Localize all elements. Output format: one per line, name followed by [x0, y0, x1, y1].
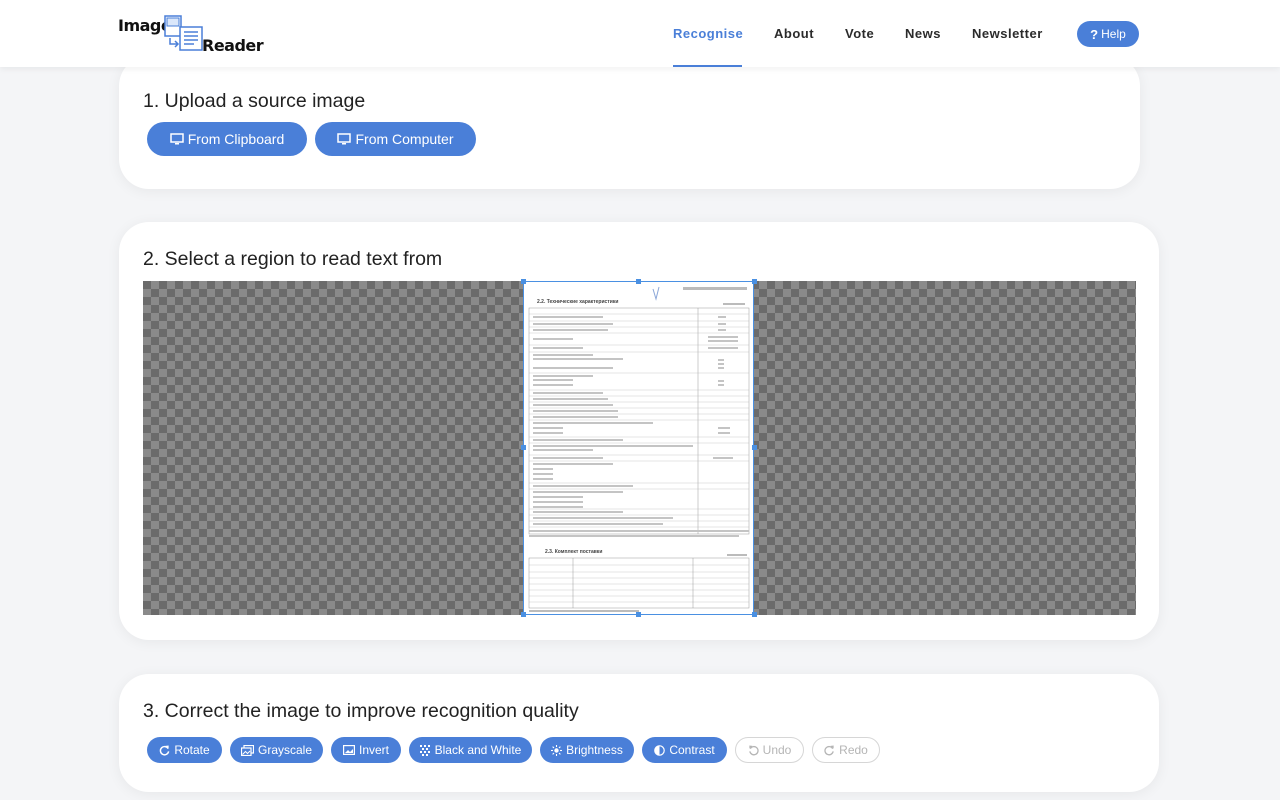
nav-newsletter[interactable]: Newsletter	[972, 26, 1043, 41]
brightness-button[interactable]: Brightness	[540, 737, 634, 763]
help-button[interactable]: ? Help	[1077, 21, 1139, 47]
image-icon	[342, 745, 355, 755]
nav-active-indicator	[673, 65, 742, 67]
from-clipboard-label: From Clipboard	[187, 131, 285, 147]
redo-icon	[824, 744, 835, 756]
rotate-icon	[159, 744, 170, 756]
invert-button[interactable]: Invert	[331, 737, 401, 763]
rotate-label: Rotate	[174, 743, 210, 757]
select-region-title: 2. Select a region to read text from	[143, 248, 443, 270]
nav-news[interactable]: News	[905, 26, 941, 41]
contrast-button[interactable]: Contrast	[642, 737, 727, 763]
resize-handle-top-right[interactable]	[752, 279, 757, 284]
contrast-label: Contrast	[669, 743, 715, 757]
upload-card: 1. Upload a source image From Clipboard …	[119, 56, 1140, 189]
top-navbar: Image Reader Recognise About Vote News N…	[0, 0, 1280, 67]
monitor-icon	[170, 133, 184, 145]
selection-rectangle[interactable]	[523, 281, 754, 615]
help-button-label: Help	[1101, 27, 1126, 41]
select-region-card: 2. Select a region to read text from 2.2…	[119, 222, 1159, 640]
resize-handle-right[interactable]	[752, 445, 757, 450]
redo-button[interactable]: Redo	[812, 737, 880, 763]
nav-vote[interactable]: Vote	[845, 26, 874, 41]
upload-title: 1. Upload a source image	[143, 90, 366, 112]
resize-handle-bottom[interactable]	[636, 612, 641, 617]
from-computer-button[interactable]: From Computer	[315, 122, 476, 156]
undo-label: Undo	[762, 743, 792, 757]
nav-recognise[interactable]: Recognise	[673, 26, 743, 41]
undo-icon	[748, 744, 759, 756]
resize-handle-bottom-right[interactable]	[752, 612, 757, 617]
resize-handle-top[interactable]	[636, 279, 641, 284]
image-canvas[interactable]: 2.2. Технические характеристики 2.3. Ком…	[143, 279, 1136, 617]
monitor-icon	[337, 133, 352, 145]
grayscale-label: Grayscale	[257, 743, 313, 757]
sun-icon	[551, 744, 563, 756]
logo[interactable]: Image Reader	[118, 12, 264, 56]
pattern-icon	[419, 744, 431, 756]
resize-handle-top-left[interactable]	[521, 279, 526, 284]
from-clipboard-button[interactable]: From Clipboard	[147, 122, 307, 156]
brightness-label: Brightness	[566, 743, 623, 757]
black-and-white-label: Black and White	[434, 743, 522, 757]
logo-document-icon	[164, 15, 203, 51]
redo-label: Redo	[839, 743, 868, 757]
from-computer-label: From Computer	[355, 131, 454, 147]
question-icon: ?	[1090, 26, 1099, 42]
resize-handle-left[interactable]	[521, 445, 526, 450]
black-and-white-button[interactable]: Black and White	[409, 737, 532, 763]
images-icon	[240, 744, 254, 756]
undo-button[interactable]: Undo	[735, 737, 804, 763]
correct-image-title: 3. Correct the image to improve recognit…	[143, 700, 579, 722]
rotate-button[interactable]: Rotate	[147, 737, 222, 763]
nav-about[interactable]: About	[774, 26, 814, 41]
contrast-icon	[654, 744, 666, 756]
invert-label: Invert	[358, 743, 389, 757]
resize-handle-bottom-left[interactable]	[521, 612, 526, 617]
correct-image-card: 3. Correct the image to improve recognit…	[119, 674, 1159, 792]
logo-word-reader: Reader	[202, 36, 264, 55]
grayscale-button[interactable]: Grayscale	[230, 737, 323, 763]
